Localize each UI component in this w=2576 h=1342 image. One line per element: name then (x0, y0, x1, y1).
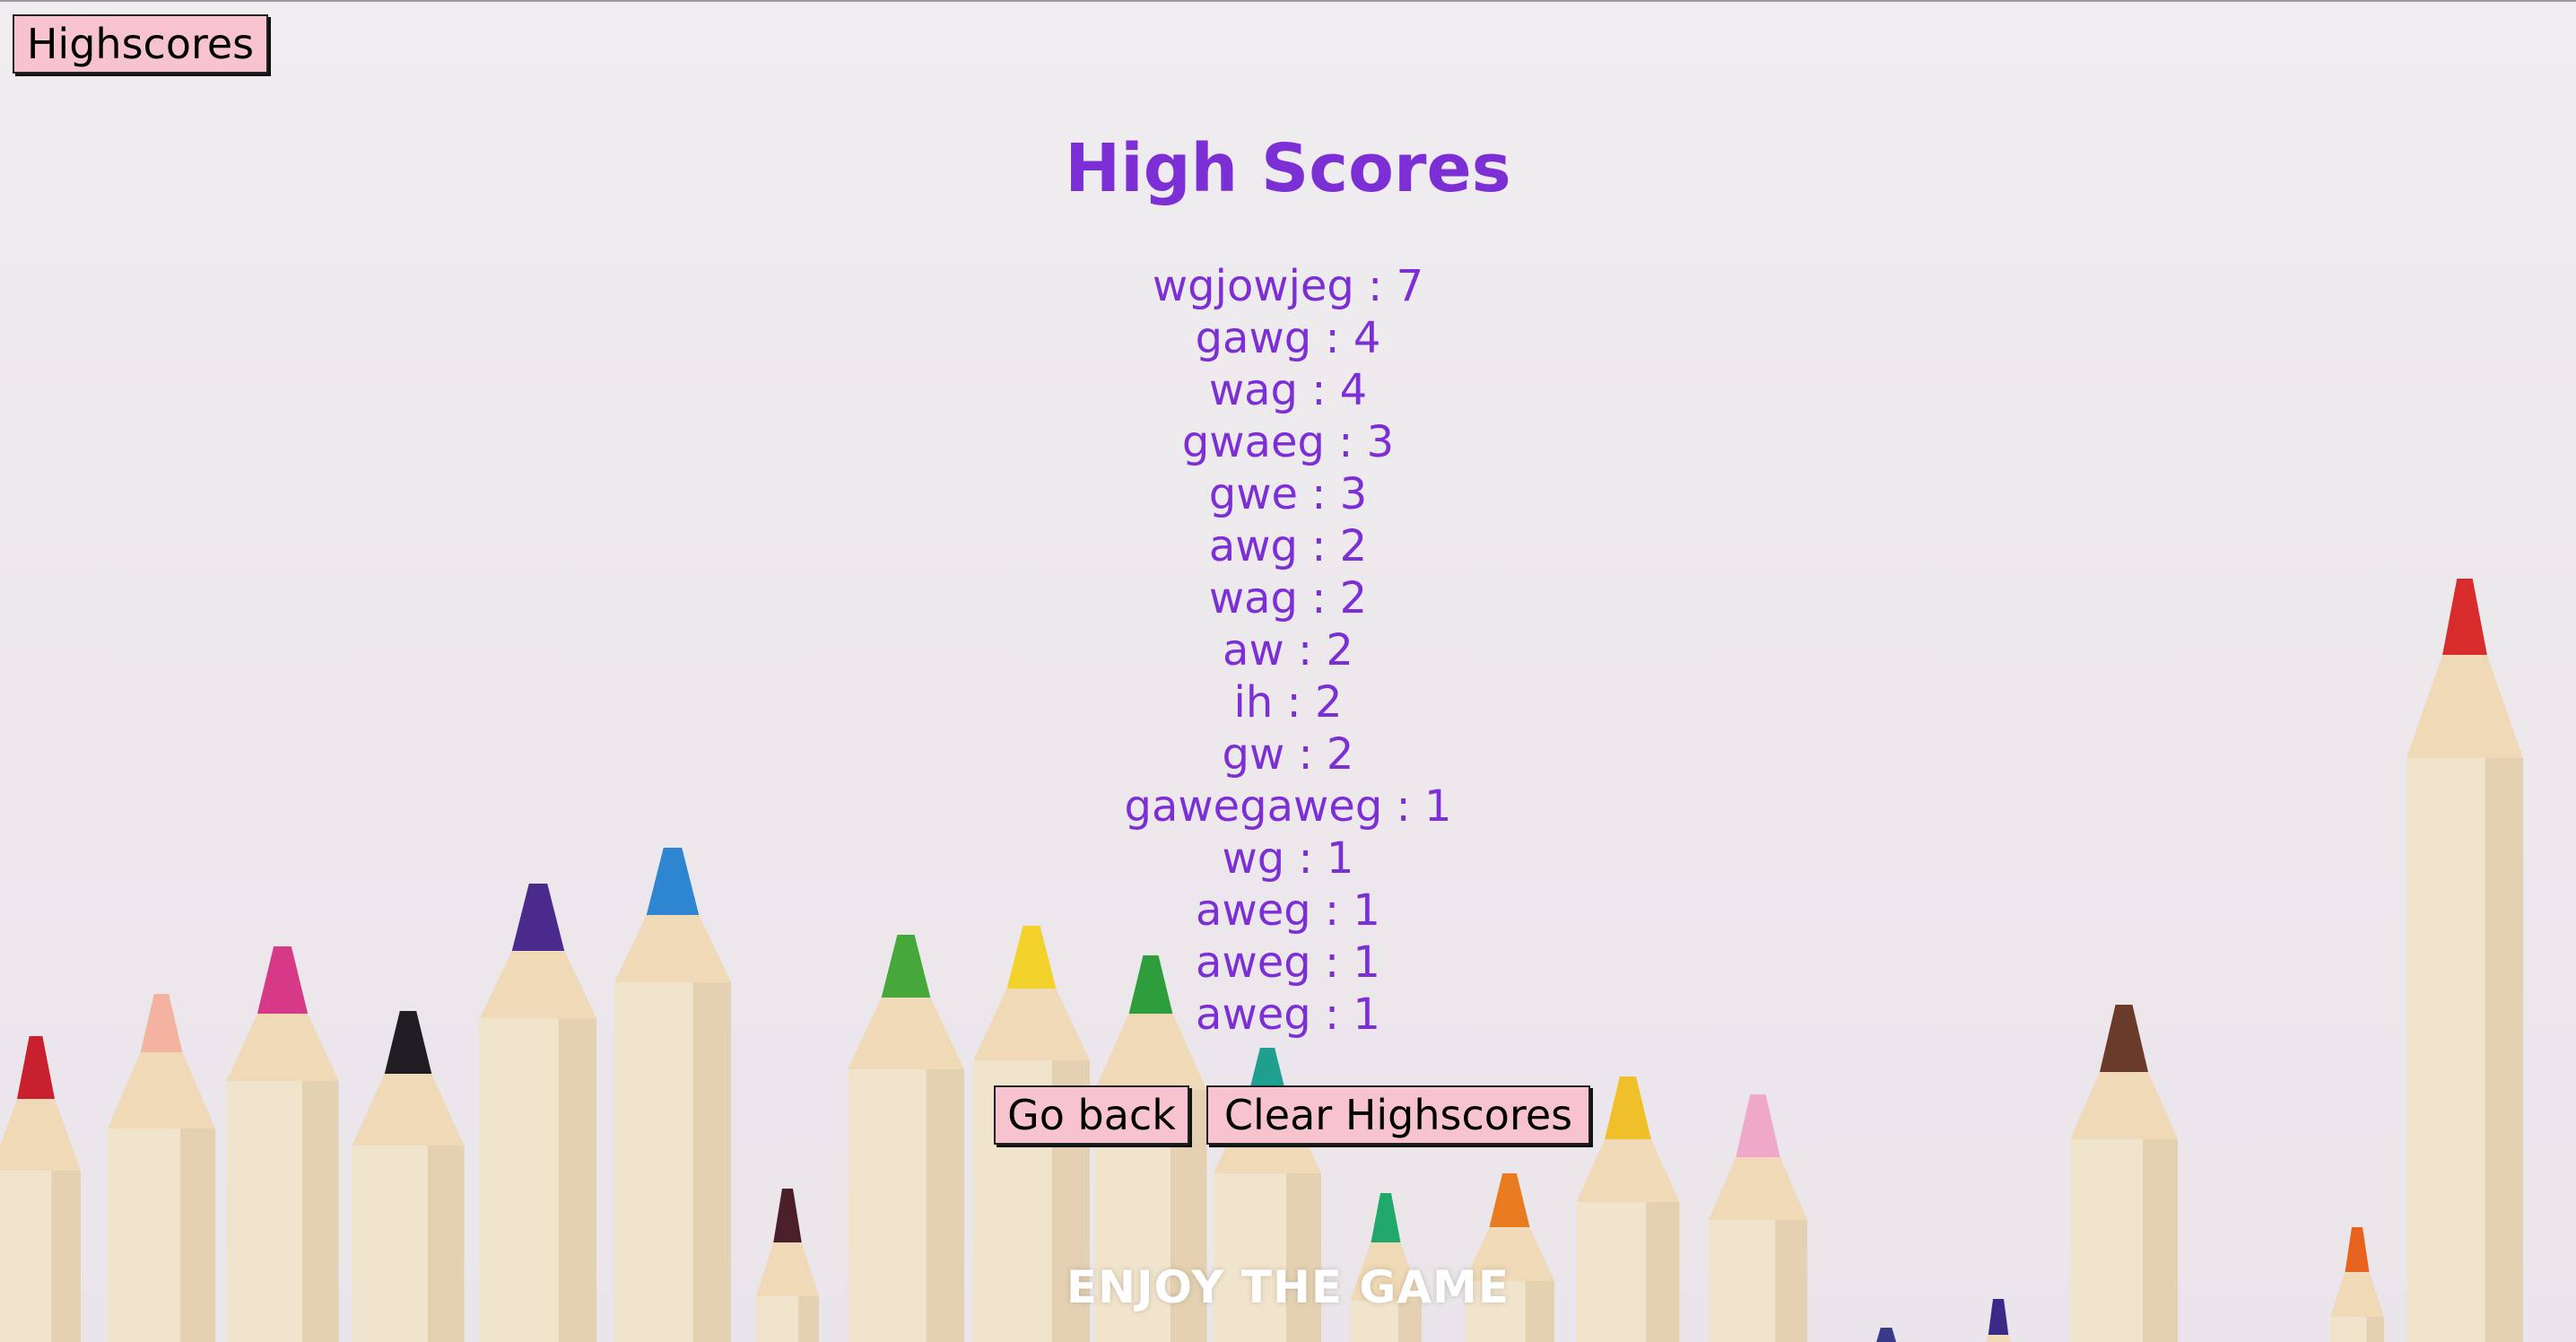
score-item: gawg : 4 (1195, 313, 1381, 363)
page-title: High Scores (1065, 130, 1511, 207)
score-item: aweg : 1 (1196, 937, 1380, 988)
highscores-list: wgjowjeg : 7 gawg : 4 wag : 4 gwaeg : 3 … (0, 260, 2576, 1041)
score-item: gwe : 3 (1208, 469, 1368, 519)
score-item: aw : 2 (1223, 625, 1353, 675)
score-item: gw : 2 (1222, 729, 1354, 780)
score-item: awg : 2 (1208, 521, 1368, 571)
footer-text: ENJOY THE GAME (1066, 1261, 1510, 1313)
score-item: ih : 2 (1233, 677, 1343, 728)
score-item: wag : 4 (1208, 365, 1368, 415)
score-item: wg : 1 (1222, 833, 1354, 884)
score-item: aweg : 1 (1196, 989, 1380, 1040)
pencil-decoration (1876, 1328, 1896, 1342)
score-item: wag : 2 (1208, 573, 1368, 623)
go-back-button[interactable]: Go back (994, 1085, 1189, 1145)
score-item: gwaeg : 3 (1181, 417, 1395, 467)
highscores-button[interactable]: Highscores (13, 14, 268, 74)
score-item: wgjowjeg : 7 (1152, 261, 1424, 311)
score-item: aweg : 1 (1196, 885, 1380, 936)
clear-highscores-button[interactable]: Clear Highscores (1206, 1085, 1590, 1145)
score-item: gawegaweg : 1 (1124, 781, 1452, 832)
